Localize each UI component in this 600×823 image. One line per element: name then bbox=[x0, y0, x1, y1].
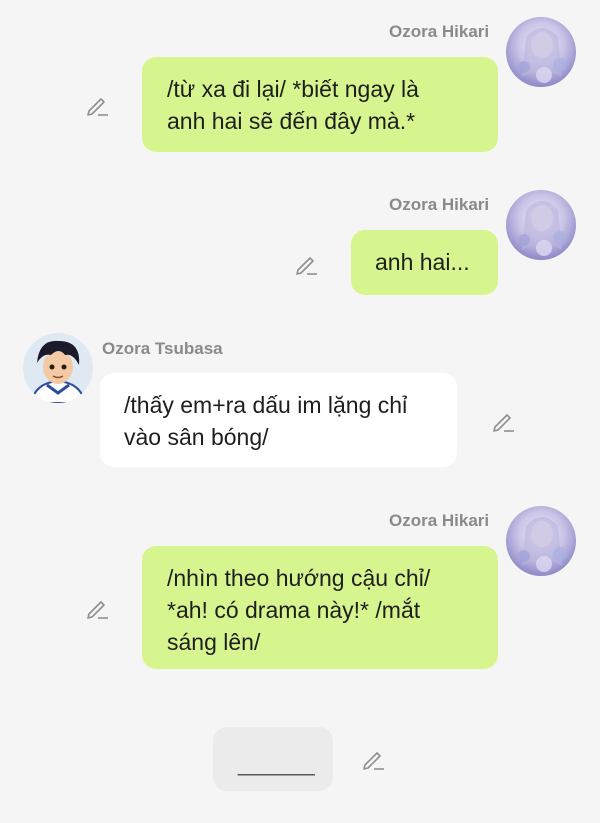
sender-name: Ozora Tsubasa bbox=[102, 339, 223, 358]
message-line: /từ xa đi lại/ *biết ngay là bbox=[167, 76, 419, 102]
message-line: vào sân bóng/ bbox=[124, 424, 269, 450]
message-line: anh hai sẽ đến đây mà.* bbox=[167, 108, 416, 134]
pencil-icon[interactable] bbox=[360, 746, 386, 772]
pencil-icon[interactable] bbox=[490, 408, 516, 434]
message-line: anh hai... bbox=[375, 249, 470, 275]
pencil-icon[interactable] bbox=[84, 92, 110, 118]
message-line: /nhìn theo hướng cậu chỉ/ bbox=[167, 565, 431, 591]
pencil-icon[interactable] bbox=[293, 251, 319, 277]
avatar-hikari[interactable] bbox=[506, 190, 576, 260]
pencil-icon[interactable] bbox=[84, 595, 110, 621]
avatar-hikari[interactable] bbox=[506, 17, 576, 87]
draft-message-input[interactable]: ______ bbox=[213, 727, 333, 791]
message-line: sáng lên/ bbox=[167, 629, 261, 655]
sender-name: Ozora Hikari bbox=[389, 22, 490, 41]
message-bubble[interactable]: anh hai... bbox=[351, 230, 498, 295]
avatar-tsubasa[interactable] bbox=[23, 333, 93, 403]
message-bubble[interactable]: /từ xa đi lại/ *biết ngay là anh hai sẽ … bbox=[142, 57, 498, 152]
sender-name: Ozora Hikari bbox=[389, 511, 490, 530]
message-bubble[interactable]: /thấy em+ra dấu im lặng chỉ vào sân bóng… bbox=[100, 373, 457, 467]
sender-name: Ozora Hikari bbox=[389, 195, 490, 214]
message-line: /thấy em+ra dấu im lặng chỉ bbox=[124, 392, 408, 418]
message-line: *ah! có drama này!* /mắt bbox=[167, 597, 421, 623]
chat-thread: Ozora Hikari /từ xa đi lại/ *biết ngay l… bbox=[0, 0, 600, 823]
avatar-hikari[interactable] bbox=[506, 506, 576, 576]
message-bubble[interactable]: /nhìn theo hướng cậu chỉ/ *ah! có drama … bbox=[142, 546, 498, 669]
